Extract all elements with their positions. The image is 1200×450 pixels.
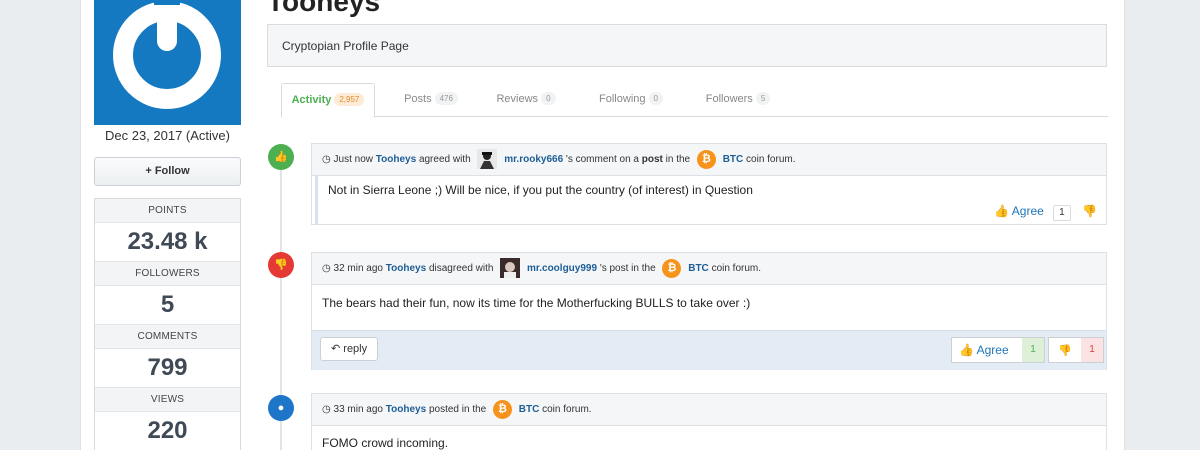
follow-label: Follow bbox=[154, 165, 190, 177]
target-user-link[interactable]: mr.coolguy999 bbox=[527, 263, 597, 274]
actor-link[interactable]: Tooheys bbox=[386, 404, 426, 415]
plus-icon: + bbox=[145, 165, 152, 177]
tab-count: 476 bbox=[434, 92, 458, 105]
bitcoin-icon: ₿ bbox=[493, 399, 512, 419]
post-text: FOMO crowd incoming. bbox=[322, 436, 449, 450]
thumbs-down-icon: 👎 bbox=[1058, 345, 1072, 357]
bitcoin-icon: ₿ bbox=[662, 258, 682, 278]
reply-label: reply bbox=[343, 343, 368, 355]
post-link[interactable]: post bbox=[642, 154, 663, 165]
reply-button[interactable]: ↶ reply bbox=[320, 337, 379, 361]
tab-label: Following bbox=[599, 93, 646, 105]
followers-value: 5 bbox=[95, 286, 240, 325]
activity-item: ◷ Just now Tooheys agreed with mr.rooky6… bbox=[311, 143, 1107, 225]
thumbs-up-icon[interactable]: 👍 bbox=[994, 204, 1009, 218]
activity-header: ◷ Just now Tooheys agreed with mr.rooky6… bbox=[312, 144, 1106, 176]
reply-icon: ↶ bbox=[331, 343, 341, 355]
views-value: 220 bbox=[95, 412, 240, 450]
thumbs-up-icon: 👍 bbox=[959, 343, 974, 357]
agree-count: 1 bbox=[1022, 338, 1044, 362]
agree-count: 1 bbox=[1053, 205, 1071, 221]
activity-time: Just now bbox=[333, 154, 373, 165]
power-logo-icon bbox=[113, 0, 221, 109]
disagree-count: 1 bbox=[1081, 338, 1103, 362]
tab-following[interactable]: Following 0 bbox=[586, 83, 676, 116]
activity-action: agreed with bbox=[418, 154, 471, 165]
activity-time: 32 min ago bbox=[333, 263, 383, 274]
views-label: VIEWS bbox=[95, 388, 240, 412]
tab-count: 5 bbox=[755, 92, 771, 105]
activity-text: coin forum. bbox=[746, 154, 796, 165]
user-avatar bbox=[477, 149, 498, 170]
activity-text: in the bbox=[665, 154, 691, 165]
tab-count: 0 bbox=[541, 92, 556, 105]
activity-header: ◷ 33 min ago Tooheys posted in the ₿ BTC… bbox=[312, 394, 1106, 426]
page-title: Tooheys bbox=[267, 0, 381, 17]
forum-link[interactable]: BTC bbox=[519, 404, 540, 415]
avatar bbox=[94, 0, 241, 125]
tab-reviews[interactable]: Reviews 0 bbox=[486, 83, 566, 116]
comment-body: Not in Sierra Leone ;) Will be nice, if … bbox=[315, 175, 1109, 224]
user-avatar bbox=[500, 258, 521, 279]
tab-label: Followers bbox=[705, 93, 753, 105]
agree-button[interactable]: Agree bbox=[1012, 204, 1044, 218]
profile-subtitle: Cryptopian Profile Page bbox=[267, 24, 1107, 67]
activity-action: posted in the bbox=[428, 404, 487, 415]
disagree-vote[interactable]: 👎 1 bbox=[1048, 337, 1104, 363]
post-text: The bears had their fun, now its time fo… bbox=[322, 296, 751, 310]
registration-date: Dec 23, 2017 (Active) bbox=[104, 128, 230, 143]
comment-icon: ● bbox=[268, 395, 294, 421]
clock-icon: ◷ bbox=[322, 404, 331, 415]
actor-link[interactable]: Tooheys bbox=[376, 154, 416, 165]
forum-link[interactable]: BTC bbox=[723, 154, 744, 165]
activity-text: 's comment on a bbox=[565, 154, 639, 165]
activity-action: disagreed with bbox=[428, 263, 494, 274]
followers-label: FOLLOWERS bbox=[95, 262, 240, 286]
comments-value: 799 bbox=[95, 349, 240, 388]
profile-tabs: Activity 2,957 Posts 476 Reviews 0 Followin… bbox=[281, 83, 1108, 118]
activity-text: 's post in the bbox=[599, 263, 656, 274]
tab-label: Posts bbox=[404, 93, 432, 105]
forum-link[interactable]: BTC bbox=[688, 263, 709, 274]
comments-label: COMMENTS bbox=[95, 325, 240, 349]
tab-count: 0 bbox=[648, 92, 663, 105]
clock-icon: ◷ bbox=[322, 263, 331, 274]
thumbs-down-icon: 👎 bbox=[268, 252, 294, 278]
target-user-link[interactable]: mr.rooky666 bbox=[504, 154, 563, 165]
tab-posts[interactable]: Posts 476 bbox=[391, 83, 471, 116]
thumbs-down-icon[interactable]: 👎 bbox=[1082, 204, 1097, 218]
tab-activity[interactable]: Activity 2,957 bbox=[281, 83, 375, 118]
post-footer: ↶ reply 👍 Agree 1 👎 1 bbox=[312, 330, 1106, 370]
bitcoin-icon: ₿ bbox=[696, 149, 716, 169]
activity-text: coin forum. bbox=[711, 263, 762, 274]
activity-item: ◷ 33 min ago Tooheys posted in the ₿ BTC… bbox=[311, 393, 1107, 450]
profile-page: Dec 23, 2017 (Active) + Follow POINTS 23… bbox=[80, 0, 1125, 450]
vote-bar: 👍 Agree 1 👎 bbox=[994, 204, 1097, 221]
follow-button[interactable]: + Follow bbox=[94, 157, 241, 186]
comment-text: Not in Sierra Leone ;) Will be nice, if … bbox=[328, 183, 753, 197]
tab-label: Activity bbox=[291, 94, 332, 106]
activity-time: 33 min ago bbox=[333, 404, 383, 415]
actor-link[interactable]: Tooheys bbox=[386, 263, 426, 274]
points-label: POINTS bbox=[95, 199, 240, 223]
activity-header: ◷ 32 min ago Tooheys disagreed with mr.c… bbox=[312, 253, 1106, 285]
activity-text: coin forum. bbox=[542, 404, 592, 415]
clock-icon: ◷ bbox=[322, 154, 331, 165]
points-value: 23.48 k bbox=[95, 223, 240, 262]
tab-count: 2,957 bbox=[334, 93, 365, 106]
agree-vote[interactable]: 👍 Agree 1 bbox=[951, 337, 1045, 363]
stats-panel: POINTS 23.48 k FOLLOWERS 5 COMMENTS 799 … bbox=[94, 198, 241, 450]
agree-label: Agree bbox=[976, 343, 1009, 357]
tab-label: Reviews bbox=[496, 93, 539, 105]
thumbs-up-icon: 👍 bbox=[268, 144, 294, 170]
tab-followers[interactable]: Followers 5 bbox=[693, 83, 783, 116]
activity-item: ◷ 32 min ago Tooheys disagreed with mr.c… bbox=[311, 252, 1107, 370]
